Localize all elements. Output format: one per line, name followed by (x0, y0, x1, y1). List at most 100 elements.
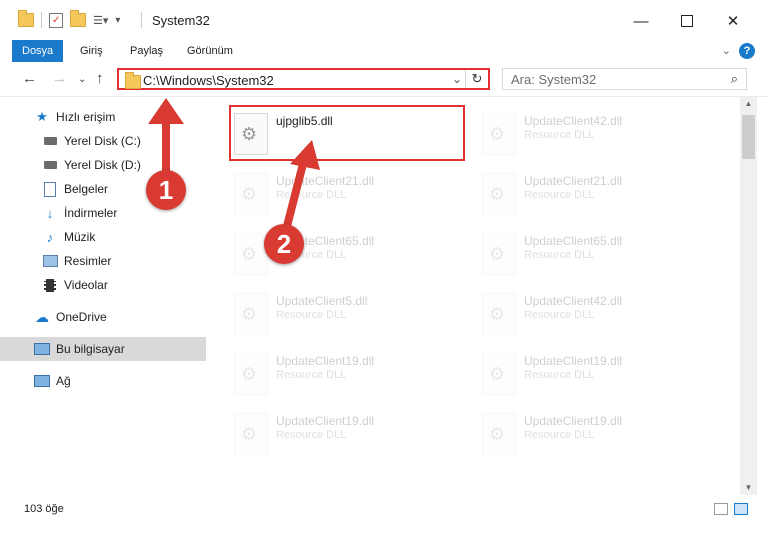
file-item[interactable]: ⚙ UpdateClient19.dll Resource DLL (478, 407, 708, 463)
sidebar-item-onedrive[interactable]: ☁ OneDrive (0, 305, 236, 329)
search-icon: ⌕ (730, 71, 738, 86)
search-placeholder: Ara: System32 (511, 72, 597, 87)
dll-file-icon: ⚙ (482, 233, 516, 275)
pictures-icon (42, 253, 58, 269)
status-bar: 103 öğe (0, 499, 769, 519)
dll-file-icon: ⚙ (482, 113, 516, 155)
sidebar-item-label: Bu bilgisayar (56, 342, 125, 356)
file-item[interactable]: ⚙ UpdateClient65.dll Resource DLL (230, 227, 460, 283)
drive-icon (42, 133, 58, 149)
back-icon[interactable]: ← (22, 70, 37, 87)
file-name: UpdateClient5.dll (276, 294, 368, 308)
tab-home[interactable]: Giriş (68, 40, 115, 62)
address-bar[interactable]: C:\Windows\System32 ⌄ ↻ (117, 68, 490, 90)
expand-ribbon-icon[interactable]: ⌄ (722, 44, 731, 57)
file-item[interactable]: ⚙ UpdateClient19.dll Resource DLL (230, 347, 460, 403)
file-type: Resource DLL (524, 429, 595, 441)
scroll-up-icon[interactable]: ▲ (740, 97, 757, 111)
navigation-bar: ← → ⌄ ↑ C:\Windows\System32 ⌄ ↻ Ara: Sys… (0, 62, 769, 97)
folder-icon (125, 72, 141, 89)
sidebar-item-label: Yerel Disk (D:) (64, 158, 141, 172)
minimize-icon: — (633, 12, 649, 30)
sidebar-item-label: Ağ (56, 374, 71, 388)
separator (41, 12, 42, 28)
network-icon (34, 373, 50, 389)
sidebar-item-label: OneDrive (56, 310, 107, 324)
properties-icon[interactable]: ✓ (49, 12, 63, 28)
dll-file-icon: ⚙ (234, 353, 268, 395)
sidebar-item-label: Videolar (64, 278, 108, 292)
tiles-view-icon[interactable] (734, 503, 748, 515)
sidebar-item-label: Yerel Disk (C:) (64, 134, 141, 148)
sidebar-item-network[interactable]: Ağ (0, 369, 236, 393)
refresh-icon[interactable]: ↻ (465, 70, 488, 88)
dll-file-icon: ⚙ (482, 173, 516, 215)
file-type: Resource DLL (276, 429, 347, 441)
computer-icon (34, 341, 50, 357)
tab-view[interactable]: Görünüm (175, 40, 245, 62)
address-path: C:\Windows\System32 (143, 73, 274, 88)
file-item[interactable]: ⚙ UpdateClient5.dll Resource DLL (230, 287, 460, 343)
minimize-button[interactable]: — (618, 8, 664, 34)
file-type: Resource DLL (524, 189, 595, 201)
file-item[interactable]: ⚙ UpdateClient19.dll Resource DLL (230, 407, 460, 463)
help-button[interactable]: ? (739, 43, 755, 59)
gear-icon: ⚙ (241, 424, 258, 444)
close-button[interactable]: ✕ (710, 8, 756, 34)
maximize-button[interactable] (664, 8, 710, 34)
tab-file[interactable]: Dosya (12, 40, 64, 62)
sidebar-item-label: Belgeler (64, 182, 109, 196)
music-icon: ♪ (46, 229, 54, 245)
file-type: Resource DLL (524, 309, 595, 321)
file-item[interactable]: ⚙ UpdateClient21.dll Resource DLL (230, 167, 460, 223)
recent-locations-icon[interactable]: ⌄ (78, 74, 86, 85)
new-folder-icon[interactable] (70, 10, 86, 27)
dll-file-icon: ⚙ (482, 293, 516, 335)
gear-icon: ⚙ (489, 184, 506, 204)
file-name: UpdateClient21.dll (524, 174, 623, 188)
file-item[interactable]: ⚙ UpdateClient21.dll Resource DLL (478, 167, 708, 223)
ribbon-tabs: Dosya Giriş Paylaş Görünüm ⌄ ? (0, 40, 769, 62)
download-icon: ↓ (46, 205, 54, 221)
document-icon (42, 181, 58, 197)
dll-file-icon: ⚙ (234, 173, 268, 215)
file-name: UpdateClient19.dll (276, 354, 375, 368)
customize-toolbar-icon[interactable]: ▾ (115, 15, 120, 26)
up-icon[interactable]: ↑ (96, 70, 104, 87)
file-name: UpdateClient19.dll (524, 354, 623, 368)
gear-icon: ⚙ (241, 304, 258, 324)
sidebar-item-quick-access[interactable]: ★ Hızlı erişim (0, 105, 236, 129)
scroll-thumb[interactable] (742, 115, 755, 159)
file-type: Resource DLL (524, 369, 595, 381)
cloud-icon: ☁ (35, 308, 49, 325)
sidebar-item-this-pc[interactable]: Bu bilgisayar (0, 337, 236, 361)
file-name: UpdateClient65.dll (524, 234, 623, 248)
vertical-scrollbar[interactable]: ▲ ▼ (740, 97, 757, 495)
drive-icon (42, 157, 58, 173)
quick-access-toolbar: ✓ ☰▾ ▾ (18, 10, 120, 28)
view-menu-icon[interactable]: ☰▾ (93, 14, 108, 27)
close-icon: ✕ (726, 13, 740, 30)
file-item[interactable]: ⚙ UpdateClient65.dll Resource DLL (478, 227, 708, 283)
dll-file-icon: ⚙ (234, 233, 268, 275)
tab-share[interactable]: Paylaş (118, 40, 175, 62)
dll-file-icon: ⚙ (234, 413, 268, 455)
folder-icon[interactable] (18, 10, 34, 27)
file-name: UpdateClient19.dll (276, 414, 375, 428)
highlight-box (229, 105, 465, 161)
file-name: UpdateClient19.dll (524, 414, 623, 428)
gear-icon: ⚙ (489, 424, 506, 444)
step-1-callout: 1 (146, 170, 186, 210)
file-name: UpdateClient21.dll (276, 174, 375, 188)
address-dropdown-icon[interactable]: ⌄ (452, 72, 462, 86)
file-item[interactable]: ⚙ UpdateClient19.dll Resource DLL (478, 347, 708, 403)
file-type: Resource DLL (276, 309, 347, 321)
scroll-down-icon[interactable]: ▼ (740, 481, 757, 495)
file-item[interactable]: ⚙ UpdateClient42.dll Resource DLL (478, 107, 708, 163)
forward-icon[interactable]: → (52, 70, 67, 87)
search-input[interactable]: Ara: System32 ⌕ (502, 68, 747, 90)
details-view-icon[interactable] (714, 503, 728, 515)
file-item[interactable]: ⚙ UpdateClient42.dll Resource DLL (478, 287, 708, 343)
sidebar-item-label: Hızlı erişim (56, 110, 116, 124)
title-bar: ✓ ☰▾ ▾ System32 — ✕ (0, 0, 769, 40)
